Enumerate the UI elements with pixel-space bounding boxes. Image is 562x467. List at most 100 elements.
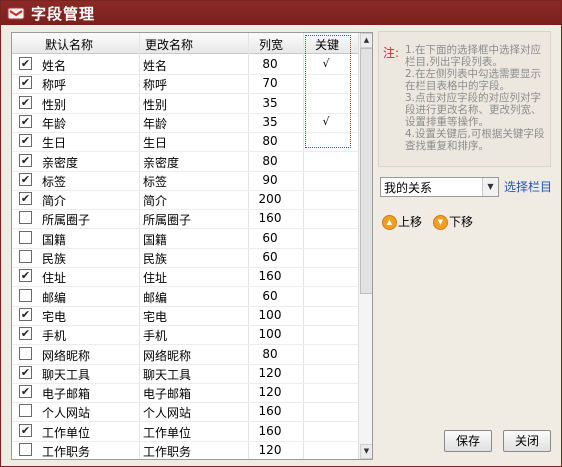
default-name-cell[interactable]: 简介 bbox=[42, 192, 66, 209]
new-name-cell[interactable]: 性别 bbox=[143, 96, 167, 113]
column-header-new-name[interactable]: 更改名称 bbox=[145, 36, 193, 53]
default-name-cell[interactable]: 聊天工具 bbox=[42, 366, 90, 383]
width-cell[interactable]: 35 bbox=[250, 115, 290, 129]
default-name-cell[interactable]: 民族 bbox=[42, 250, 66, 267]
default-name-cell[interactable]: 亲密度 bbox=[42, 154, 78, 171]
new-name-cell[interactable]: 聊天工具 bbox=[143, 366, 191, 383]
width-cell[interactable]: 60 bbox=[250, 250, 290, 264]
new-name-cell[interactable]: 工作单位 bbox=[143, 424, 191, 441]
scroll-up-icon[interactable]: ▲ bbox=[360, 33, 372, 48]
new-name-cell[interactable]: 姓名 bbox=[143, 57, 167, 74]
new-name-cell[interactable]: 电子邮箱 bbox=[143, 385, 191, 402]
width-cell[interactable]: 120 bbox=[250, 366, 290, 380]
move-up-button[interactable]: ▲ 上移 bbox=[382, 213, 426, 231]
table-row[interactable]: 个人网站 个人网站 160 bbox=[12, 401, 358, 423]
row-checkbox[interactable] bbox=[19, 288, 32, 302]
default-name-cell[interactable]: 性别 bbox=[42, 96, 66, 113]
row-checkbox[interactable]: ✔ bbox=[19, 76, 32, 90]
new-name-cell[interactable]: 标签 bbox=[143, 173, 167, 190]
width-cell[interactable]: 120 bbox=[250, 385, 290, 399]
move-down-button[interactable]: ▼ 下移 bbox=[433, 213, 477, 231]
default-name-cell[interactable]: 称呼 bbox=[42, 76, 66, 93]
row-checkbox[interactable]: ✔ bbox=[19, 423, 32, 437]
field-list-grid[interactable]: 默认名称 更改名称 列宽 关键 ✔ 姓名 姓名 80 √ ✔ 称呼 称呼 70 ✔ 性别 性别 35 ✔ 年… bbox=[11, 32, 373, 460]
save-button[interactable]: 保存 bbox=[444, 430, 492, 452]
new-name-cell[interactable]: 简介 bbox=[143, 192, 167, 209]
table-row[interactable]: ✔ 标签 标签 90 bbox=[12, 170, 358, 191]
vertical-scrollbar[interactable]: ▲ ▼ bbox=[358, 33, 372, 459]
row-checkbox[interactable] bbox=[19, 211, 32, 225]
default-name-cell[interactable]: 所属圈子 bbox=[42, 211, 90, 228]
table-row[interactable]: 民族 民族 60 bbox=[12, 247, 358, 268]
default-name-cell[interactable]: 工作单位 bbox=[42, 424, 90, 441]
new-name-cell[interactable]: 工作职务 bbox=[143, 443, 191, 459]
column-header-default-name[interactable]: 默认名称 bbox=[45, 36, 93, 53]
table-row[interactable]: ✔ 简介 简介 200 bbox=[12, 189, 358, 211]
table-row[interactable]: ✔ 亲密度 亲密度 80 bbox=[12, 151, 358, 172]
row-checkbox[interactable]: ✔ bbox=[19, 114, 32, 128]
default-name-cell[interactable]: 住址 bbox=[42, 269, 66, 286]
default-name-cell[interactable]: 网络昵称 bbox=[42, 347, 90, 364]
new-name-cell[interactable]: 亲密度 bbox=[143, 154, 179, 171]
row-checkbox[interactable]: ✔ bbox=[19, 192, 32, 206]
table-row[interactable]: 所属圈子 所属圈子 160 bbox=[12, 208, 358, 230]
column-header-width[interactable]: 列宽 bbox=[259, 36, 283, 53]
width-cell[interactable]: 90 bbox=[250, 173, 290, 187]
table-row[interactable]: ✔ 宅电 宅电 100 bbox=[12, 305, 358, 326]
width-cell[interactable]: 100 bbox=[250, 327, 290, 341]
row-checkbox[interactable]: ✔ bbox=[19, 95, 32, 109]
close-button[interactable]: 关闭 bbox=[503, 430, 551, 452]
dropdown-arrow-icon[interactable]: ▼ bbox=[482, 178, 498, 196]
new-name-cell[interactable]: 生日 bbox=[143, 134, 167, 151]
row-checkbox[interactable]: ✔ bbox=[19, 153, 32, 167]
default-name-cell[interactable]: 个人网站 bbox=[42, 404, 90, 421]
default-name-cell[interactable]: 邮编 bbox=[42, 289, 66, 306]
default-name-cell[interactable]: 手机 bbox=[42, 327, 66, 344]
row-checkbox[interactable]: ✔ bbox=[19, 269, 32, 283]
width-cell[interactable]: 60 bbox=[250, 289, 290, 303]
row-checkbox[interactable]: ✔ bbox=[19, 307, 32, 321]
row-checkbox[interactable] bbox=[19, 404, 32, 418]
width-cell[interactable]: 80 bbox=[250, 154, 290, 168]
width-cell[interactable]: 120 bbox=[250, 443, 290, 457]
row-checkbox[interactable]: ✔ bbox=[19, 327, 32, 341]
default-name-cell[interactable]: 宅电 bbox=[42, 308, 66, 325]
row-checkbox[interactable] bbox=[19, 443, 32, 456]
row-checkbox[interactable]: ✔ bbox=[19, 172, 32, 186]
new-name-cell[interactable]: 称呼 bbox=[143, 76, 167, 93]
default-name-cell[interactable]: 年龄 bbox=[42, 115, 66, 132]
default-name-cell[interactable]: 工作职务 bbox=[42, 443, 90, 459]
new-name-cell[interactable]: 住址 bbox=[143, 269, 167, 286]
scrollbar-thumb[interactable] bbox=[360, 48, 372, 294]
table-row[interactable]: ✔ 电子邮箱 电子邮箱 120 bbox=[12, 382, 358, 404]
row-checkbox[interactable]: ✔ bbox=[19, 134, 32, 148]
width-cell[interactable]: 80 bbox=[250, 57, 290, 71]
default-name-cell[interactable]: 电子邮箱 bbox=[42, 385, 90, 402]
row-checkbox[interactable] bbox=[19, 230, 32, 244]
select-column-link[interactable]: 选择栏目 bbox=[504, 178, 552, 195]
new-name-cell[interactable]: 邮编 bbox=[143, 289, 167, 306]
table-row[interactable]: 邮编 邮编 60 bbox=[12, 286, 358, 307]
row-checkbox[interactable] bbox=[19, 250, 32, 263]
width-cell[interactable]: 100 bbox=[250, 308, 290, 322]
width-cell[interactable]: 80 bbox=[250, 347, 290, 361]
width-cell[interactable]: 160 bbox=[250, 211, 290, 225]
width-cell[interactable]: 35 bbox=[250, 96, 290, 110]
row-checkbox[interactable]: ✔ bbox=[19, 57, 32, 70]
width-cell[interactable]: 160 bbox=[250, 424, 290, 438]
row-checkbox[interactable] bbox=[19, 346, 32, 360]
new-name-cell[interactable]: 个人网站 bbox=[143, 404, 191, 421]
width-cell[interactable]: 160 bbox=[250, 404, 290, 418]
scroll-down-icon[interactable]: ▼ bbox=[360, 444, 372, 459]
table-row[interactable]: ✔ 工作单位 工作单位 160 bbox=[12, 421, 358, 442]
width-cell[interactable]: 70 bbox=[250, 76, 290, 90]
new-name-cell[interactable]: 网络昵称 bbox=[143, 347, 191, 364]
new-name-cell[interactable]: 手机 bbox=[143, 327, 167, 344]
table-row[interactable]: ✔ 手机 手机 100 bbox=[12, 324, 358, 346]
new-name-cell[interactable]: 宅电 bbox=[143, 308, 167, 325]
table-row[interactable]: 工作职务 工作职务 120 bbox=[12, 440, 358, 459]
default-name-cell[interactable]: 标签 bbox=[42, 173, 66, 190]
row-checkbox[interactable]: ✔ bbox=[19, 385, 32, 399]
new-name-cell[interactable]: 民族 bbox=[143, 250, 167, 267]
table-row[interactable]: 国籍 国籍 60 bbox=[12, 228, 358, 249]
